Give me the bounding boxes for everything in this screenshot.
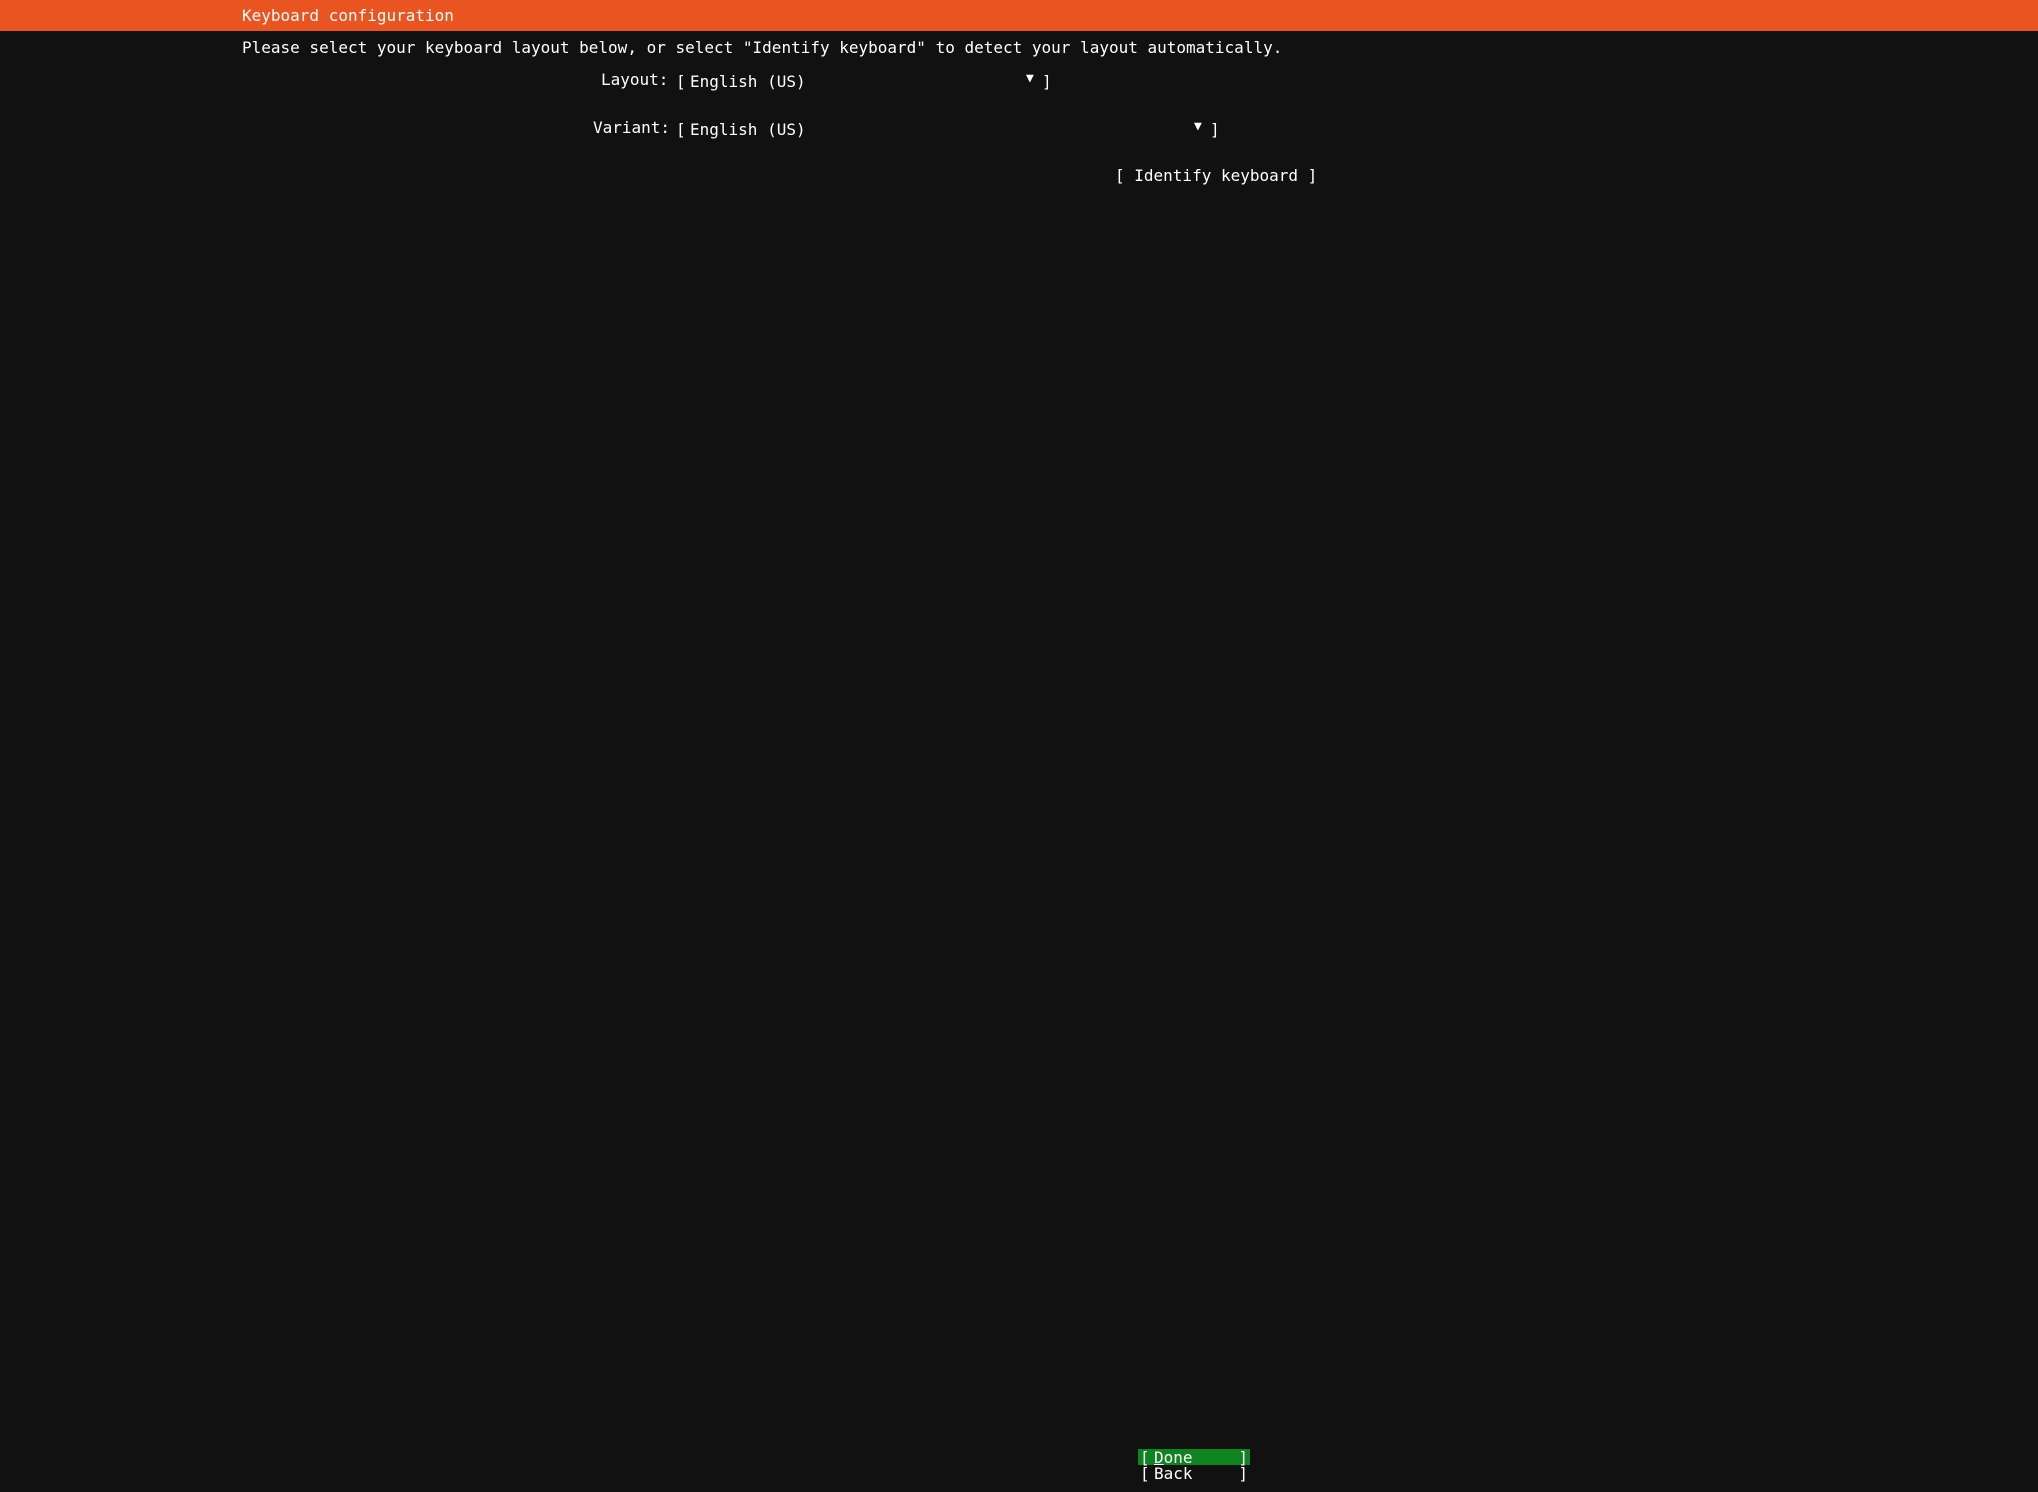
variant-bracket-open: [ (676, 120, 686, 139)
variant-dropdown[interactable]: [ English (US) ▼ ] (676, 119, 1220, 139)
page-title: Keyboard configuration (242, 6, 454, 25)
layout-bracket-close: ] (1042, 72, 1052, 91)
layout-label: Layout: (601, 70, 669, 89)
chevron-down-icon: ▼ (1194, 119, 1202, 134)
variant-label: Variant: (593, 118, 671, 137)
done-button[interactable]: [ Done ] (1138, 1449, 1250, 1466)
identify-keyboard-button[interactable]: [ Identify keyboard ] (1115, 168, 1317, 184)
layout-value: English (US) (690, 72, 806, 91)
layout-bracket-open: [ (676, 72, 686, 91)
back-label: Back (1154, 1464, 1193, 1483)
variant-value: English (US) (690, 120, 806, 139)
chevron-down-icon: ▼ (1026, 71, 1034, 86)
back-bracket-open: [ (1140, 1464, 1150, 1483)
back-bracket-close: ] (1238, 1464, 1248, 1483)
instructions-text: Please select your keyboard layout below… (242, 38, 1283, 57)
variant-bracket-close: ] (1210, 120, 1220, 139)
back-button[interactable]: [ Back ] (1138, 1464, 1250, 1483)
layout-dropdown[interactable]: [ English (US) ▼ ] (676, 71, 1052, 91)
